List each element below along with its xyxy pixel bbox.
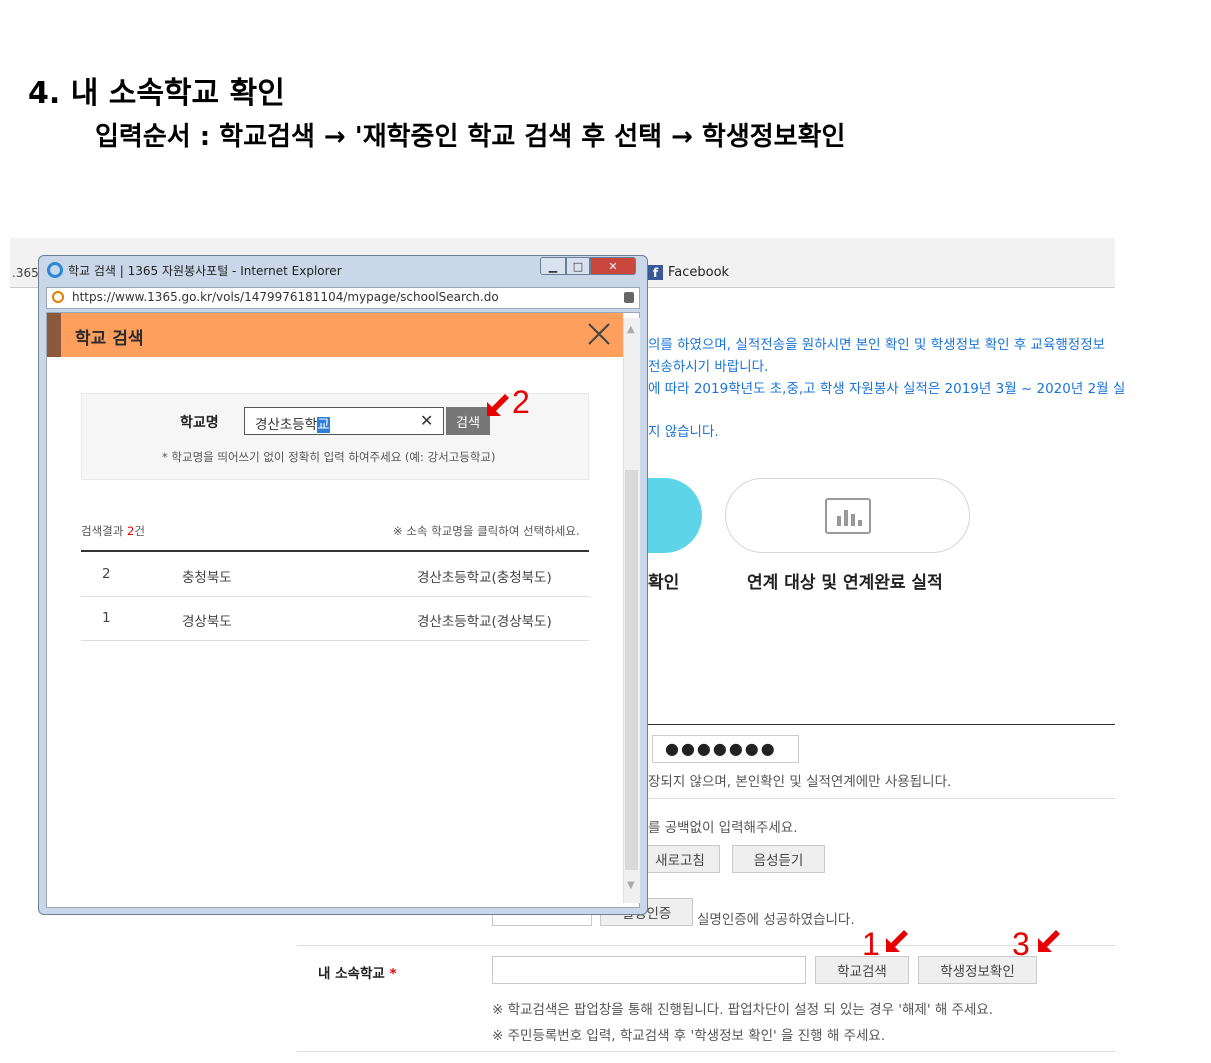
arrow-icon bbox=[1038, 930, 1060, 952]
facebook-icon: f bbox=[648, 265, 663, 280]
refresh-button[interactable]: 새로고침 bbox=[640, 845, 720, 873]
footnote-order: ※ 주민등록번호 입력, 학교검색 후 '학생정보 확인' 을 진행 해 주세요… bbox=[492, 1028, 886, 1044]
school-input[interactable] bbox=[492, 956, 806, 984]
arrow-icon bbox=[886, 930, 908, 952]
menu-label-results: 연계 대상 및 연계완료 실적 bbox=[747, 573, 943, 593]
school-name-input[interactable]: 경산초등학교 bbox=[244, 407, 444, 435]
notice-line: 전송하시기 바랍니다. bbox=[648, 359, 769, 375]
divider bbox=[297, 945, 1115, 946]
step-subtitle: 입력순서 : 학교검색 → '재학중인 학교 검색 후 선택 → 학생정보확인 bbox=[95, 122, 846, 152]
search-button[interactable]: 검색 bbox=[446, 407, 490, 435]
notice-line: 의를 하였으며, 실적전송을 원하시면 본인 확인 및 학생정보 확인 후 교육… bbox=[648, 337, 1106, 353]
divider bbox=[640, 798, 1115, 799]
row-school-link[interactable]: 경산초등학교(경상북도) bbox=[417, 610, 552, 630]
close-icon[interactable] bbox=[586, 321, 612, 347]
lock-icon bbox=[624, 292, 634, 303]
notice-line: 지 않습니다. bbox=[648, 424, 719, 440]
result-hint: ※ 소속 학교명을 클릭하여 선택하세요. bbox=[393, 524, 580, 538]
popup-header-title: 학교 검색 bbox=[75, 329, 144, 349]
ie-icon bbox=[47, 262, 63, 278]
window-controls: ▁ □ ✕ bbox=[540, 257, 636, 275]
masked-input[interactable]: ●●●●●●● bbox=[652, 735, 799, 763]
row-region: 충청북도 bbox=[182, 570, 232, 586]
row-school-link[interactable]: 경산초등학교(충청북도) bbox=[417, 566, 552, 586]
table-row-divider bbox=[81, 596, 589, 597]
input-text: 경산초등학 bbox=[255, 417, 318, 433]
scroll-thumb[interactable] bbox=[625, 470, 638, 870]
result-suffix: 건 bbox=[134, 524, 145, 538]
input-note: 를 공백없이 입력해주세요. bbox=[648, 820, 798, 836]
address-bar[interactable]: https://www.1365.go.kr/vols/147997618110… bbox=[46, 287, 640, 309]
popup-window-title: 학교 검색 | 1365 자원봉사포털 - Internet Explorer bbox=[68, 264, 342, 278]
clear-icon[interactable]: ✕ bbox=[420, 411, 433, 430]
window-close-icon[interactable]: ✕ bbox=[590, 257, 636, 275]
verify-result: 실명인증에 성공하였습니다. bbox=[697, 912, 855, 928]
footnote-popup: ※ 학교검색은 팝업창을 통해 진행됩니다. 팝업차단이 설정 되 있는 경우 … bbox=[492, 1002, 994, 1018]
marker-1: 1 bbox=[862, 926, 880, 962]
storage-note: 장되지 않으며, 본인확인 및 실적연계에만 사용됩니다. bbox=[648, 774, 952, 790]
result-prefix: 검색결과 bbox=[81, 524, 127, 538]
required-mark: * bbox=[389, 966, 397, 982]
left-edge-text: .365 bbox=[12, 266, 39, 280]
maximize-icon[interactable]: □ bbox=[566, 257, 590, 275]
menu-label-verify: 확인 bbox=[648, 573, 680, 593]
audio-button[interactable]: 음성듣기 bbox=[732, 845, 825, 873]
table-top-rule bbox=[81, 550, 589, 552]
step-title: 4. 내 소속학교 확인 bbox=[28, 76, 285, 111]
page-icon bbox=[52, 291, 64, 303]
result-count: 검색결과 2건 bbox=[81, 523, 145, 539]
row-number: 1 bbox=[102, 610, 111, 626]
facebook-link[interactable]: f Facebook bbox=[648, 265, 729, 280]
divider bbox=[297, 1051, 1115, 1052]
marker-2: 2 bbox=[512, 384, 530, 420]
notice-line: 에 따라 2019학년도 초,중,고 학생 자원봉사 실적은 2019년 3월 … bbox=[648, 381, 1126, 397]
row-region: 경상북도 bbox=[182, 614, 232, 630]
school-label-text: 내 소속학교 bbox=[318, 966, 385, 982]
form-top-rule bbox=[640, 724, 1115, 725]
scroll-down-icon[interactable]: ▼ bbox=[627, 880, 635, 891]
scroll-up-icon[interactable]: ▲ bbox=[627, 324, 635, 335]
chart-icon bbox=[825, 498, 871, 534]
facebook-label: Facebook bbox=[668, 265, 730, 280]
table-row-divider bbox=[81, 640, 589, 641]
school-name-label: 학교명 bbox=[180, 415, 219, 431]
input-selected-text: 교 bbox=[317, 417, 330, 433]
minimize-icon[interactable]: ▁ bbox=[540, 257, 566, 275]
marker-3: 3 bbox=[1012, 926, 1030, 962]
school-field-label: 내 소속학교 * bbox=[318, 962, 397, 982]
row-number: 2 bbox=[102, 566, 111, 582]
arrow-icon bbox=[487, 394, 509, 416]
search-hint: * 학교명을 띄어쓰기 없이 정확히 입력 하여주세요 (예: 강서고등학교) bbox=[162, 450, 496, 464]
